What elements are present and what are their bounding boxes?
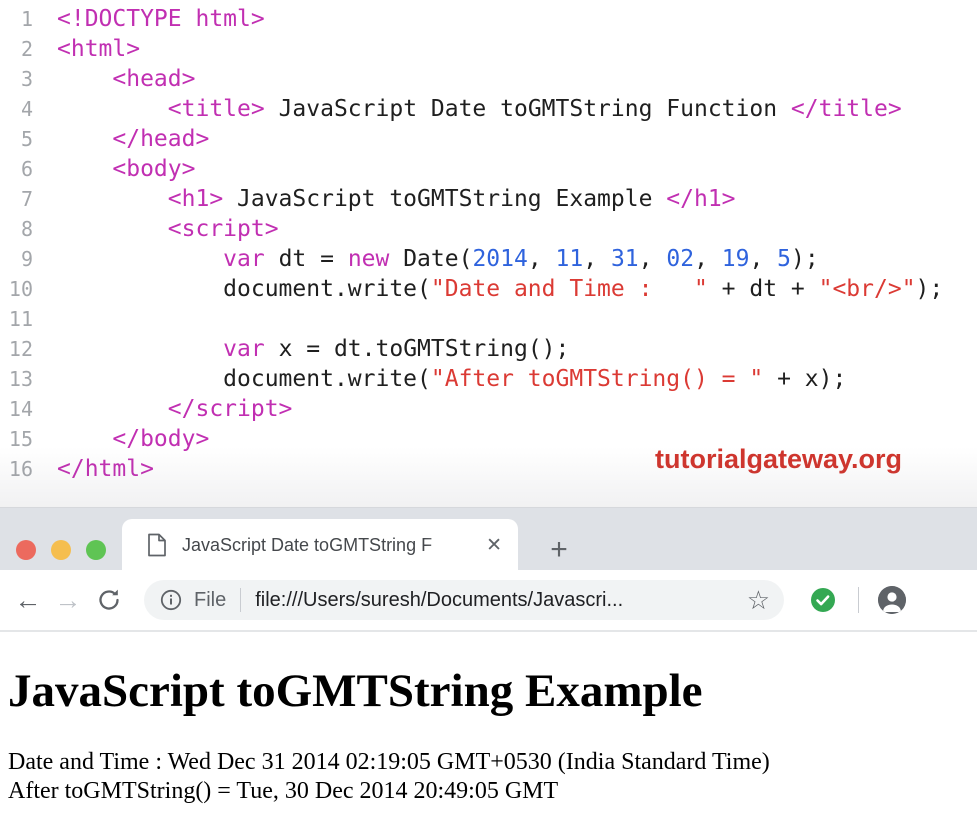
code-line: 7 <h1> JavaScript toGMTString Example </… [0, 184, 977, 214]
code-line: 10 document.write("Date and Time : " + d… [0, 274, 977, 304]
code-text: <html> [33, 34, 140, 64]
rendered-page: JavaScript toGMTString Example Date and … [0, 632, 977, 830]
tab-title: JavaScript Date toGMTString F [182, 535, 478, 556]
output-line-2: After toGMTString() = Tue, 30 Dec 2014 2… [8, 777, 977, 806]
maximize-window-button[interactable] [86, 540, 106, 560]
line-number: 6 [0, 154, 33, 184]
code-text: document.write("After toGMTString() = " … [33, 364, 846, 394]
back-button[interactable]: ← [8, 585, 48, 616]
forward-button[interactable]: → [48, 585, 88, 616]
omnibox-divider [240, 588, 241, 612]
info-icon[interactable] [160, 589, 182, 611]
code-line: 4 <title> JavaScript Date toGMTString Fu… [0, 94, 977, 124]
extension-check-icon[interactable] [810, 587, 836, 613]
code-line: 3 <head> [0, 64, 977, 94]
line-number: 9 [0, 244, 33, 274]
browser-chrome: JavaScript Date toGMTString F ✕ + ← → Fi… [0, 507, 977, 632]
toolbar-divider [858, 587, 859, 613]
code-text: <head> [33, 64, 195, 94]
code-text: </body> [33, 424, 209, 454]
line-number: 4 [0, 94, 33, 124]
tab-close-icon[interactable]: ✕ [486, 534, 502, 557]
code-line: 9 var dt = new Date(2014, 11, 31, 02, 19… [0, 244, 977, 274]
person-icon [878, 586, 906, 614]
line-number: 12 [0, 334, 33, 364]
url-text: file:///Users/suresh/Documents/Javascri.… [255, 589, 746, 612]
code-line: 8 <script> [0, 214, 977, 244]
browser-tab[interactable]: JavaScript Date toGMTString F ✕ [122, 519, 518, 571]
code-line: 6 <body> [0, 154, 977, 184]
line-number: 11 [0, 304, 33, 334]
line-number: 1 [0, 4, 33, 34]
code-text: </html> [33, 454, 154, 484]
code-line: 11 [0, 304, 977, 334]
code-line: 14 </script> [0, 394, 977, 424]
code-line: 5 </head> [0, 124, 977, 154]
code-text: </script> [33, 394, 292, 424]
code-line: 13 document.write("After toGMTString() =… [0, 364, 977, 394]
minimize-window-button[interactable] [51, 540, 71, 560]
code-text: <title> JavaScript Date toGMTString Func… [33, 94, 902, 124]
code-editor: 1<!DOCTYPE html>2<html>3 <head>4 <title>… [0, 0, 977, 507]
code-text: </head> [33, 124, 209, 154]
window-controls [16, 540, 106, 560]
url-scheme-label: File [194, 589, 226, 612]
line-number: 5 [0, 124, 33, 154]
page-heading: JavaScript toGMTString Example [8, 664, 977, 718]
code-line: 2<html> [0, 34, 977, 64]
line-number: 3 [0, 64, 33, 94]
line-number: 2 [0, 34, 33, 64]
line-number: 8 [0, 214, 33, 244]
line-number: 16 [0, 454, 33, 484]
code-lines: 1<!DOCTYPE html>2<html>3 <head>4 <title>… [0, 0, 977, 484]
close-window-button[interactable] [16, 540, 36, 560]
address-bar[interactable]: File file:///Users/suresh/Documents/Java… [144, 580, 784, 620]
code-text: <body> [33, 154, 195, 184]
line-number: 14 [0, 394, 33, 424]
line-number: 15 [0, 424, 33, 454]
code-text: <script> [33, 214, 279, 244]
code-text: document.write("Date and Time : " + dt +… [33, 274, 943, 304]
reload-button[interactable] [96, 587, 122, 613]
code-text: <h1> JavaScript toGMTString Example </h1… [33, 184, 736, 214]
code-text: var dt = new Date(2014, 11, 31, 02, 19, … [33, 244, 819, 274]
watermark: tutorialgateway.org [655, 444, 902, 475]
bookmark-star-icon[interactable]: ☆ [747, 587, 770, 613]
code-line: 12 var x = dt.toGMTString(); [0, 334, 977, 364]
line-number: 13 [0, 364, 33, 394]
line-number: 10 [0, 274, 33, 304]
page-icon [146, 533, 168, 557]
code-text: <!DOCTYPE html> [33, 4, 265, 34]
code-text [33, 304, 57, 334]
browser-toolbar: ← → File file:///Users/suresh/Documents/… [0, 570, 977, 632]
line-number: 7 [0, 184, 33, 214]
tab-bar: JavaScript Date toGMTString F ✕ + [0, 507, 977, 570]
output-line-1: Date and Time : Wed Dec 31 2014 02:19:05… [8, 748, 977, 777]
code-text: var x = dt.toGMTString(); [33, 334, 569, 364]
new-tab-button[interactable]: + [542, 534, 576, 568]
profile-avatar[interactable] [878, 586, 906, 614]
code-line: 1<!DOCTYPE html> [0, 4, 977, 34]
